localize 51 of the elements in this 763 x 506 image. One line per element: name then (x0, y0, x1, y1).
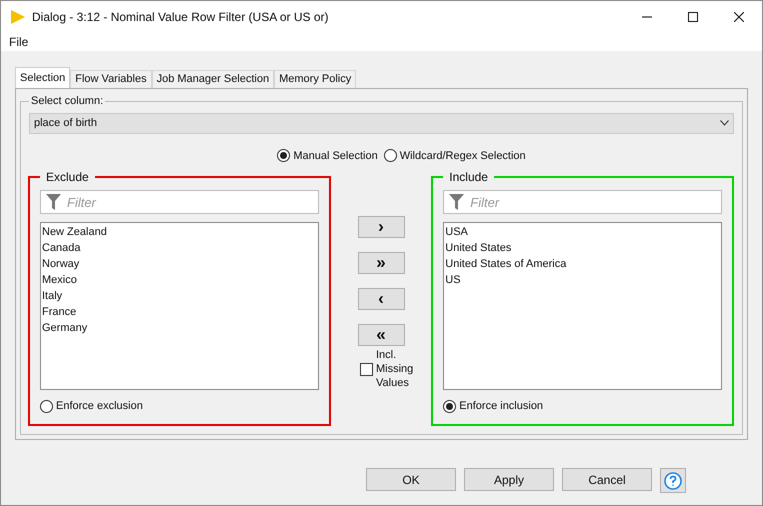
minimize-icon (642, 16, 652, 18)
list-item[interactable]: United States of America (444, 256, 722, 272)
move-button[interactable]: › (358, 216, 404, 238)
column-dropdown[interactable]: place of birth (29, 112, 734, 134)
menu-item[interactable]: File (5, 33, 32, 51)
filter-icon (46, 194, 61, 210)
radio-label: Manual Selection (293, 148, 378, 164)
radio-label: Enforce inclusion (459, 399, 544, 414)
close-icon (734, 12, 744, 22)
dialog-button[interactable]: Apply (464, 468, 554, 491)
list-item[interactable]: France (41, 304, 318, 320)
list-item[interactable]: United States (444, 240, 722, 256)
list-item[interactable]: Germany (41, 320, 318, 336)
list-item[interactable]: Norway (41, 256, 318, 272)
dialog-button[interactable]: OK (366, 468, 456, 491)
radio-label: Enforce exclusion (56, 399, 143, 414)
list-item[interactable]: USA (444, 224, 722, 240)
tab[interactable]: Selection (15, 67, 70, 88)
filter-field[interactable]: Filter (40, 190, 319, 214)
radio-button[interactable] (384, 149, 397, 162)
panel-title: Exclude (45, 169, 90, 186)
help-button[interactable] (660, 468, 686, 493)
tab[interactable]: Memory Policy (274, 70, 356, 88)
panel-title: Include (448, 169, 489, 186)
checkbox[interactable] (360, 362, 373, 376)
value-list[interactable]: New Zealand Canada Norway Mexico Italy France Germany (40, 222, 319, 390)
window-title: Dialog - 3:12 - Nominal Value Row Filter (USA or US or) (32, 9, 329, 26)
chevron-down-icon (720, 120, 729, 126)
group-title: Select column: (30, 94, 104, 109)
filter-field[interactable]: Filter (443, 190, 722, 214)
list-item[interactable]: Canada (41, 240, 318, 256)
warning-triangle-icon (10, 10, 26, 24)
help-icon (664, 472, 682, 490)
dialog-button[interactable]: Cancel (562, 468, 652, 491)
radio-button[interactable] (277, 149, 290, 162)
radio-label: Wildcard/Regex Selection (400, 148, 526, 164)
tab[interactable]: Job Manager Selection (152, 70, 274, 88)
move-button[interactable]: « (358, 324, 404, 346)
radio-button[interactable] (443, 400, 456, 413)
filter-icon (449, 194, 464, 210)
list-item[interactable]: US (444, 272, 722, 288)
list-item[interactable]: Mexico (41, 272, 318, 288)
checkbox-label: Incl. Missing Values (376, 348, 414, 390)
move-button[interactable]: » (358, 252, 404, 274)
move-button[interactable]: ‹ (358, 288, 404, 310)
value-list[interactable]: USA United States United States of America US (443, 222, 722, 390)
list-item[interactable]: Italy (41, 288, 318, 304)
list-item[interactable]: New Zealand (41, 224, 318, 240)
tab[interactable]: Flow Variables (70, 70, 152, 88)
maximize-icon (688, 12, 698, 22)
radio-button[interactable] (40, 400, 53, 413)
